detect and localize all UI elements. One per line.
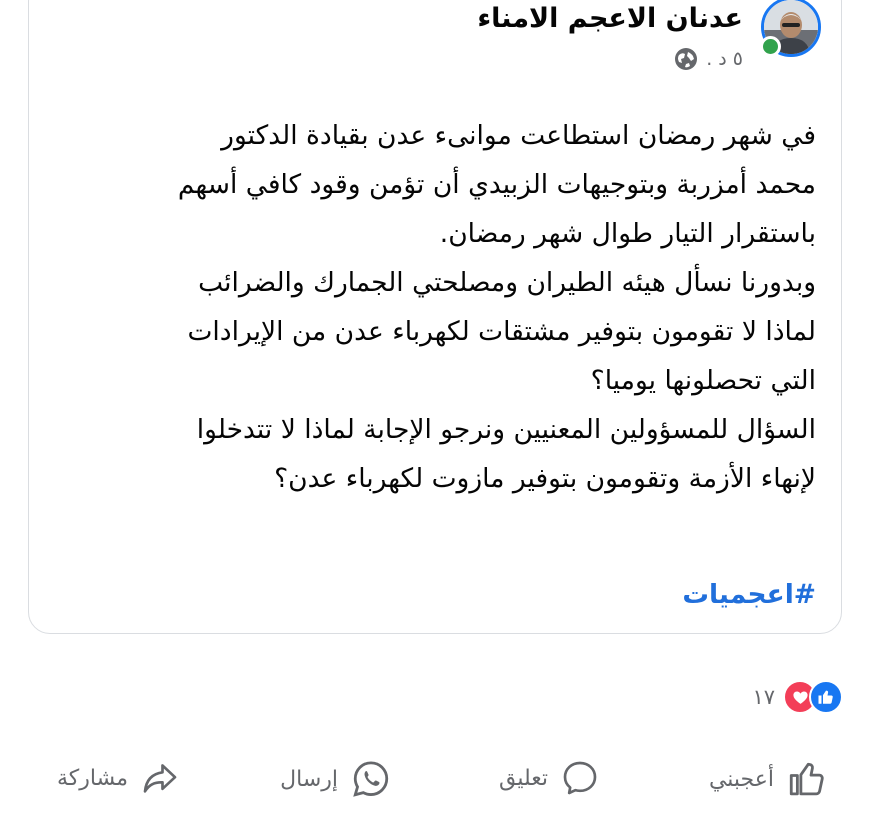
online-status-dot [760, 36, 781, 57]
post-meta: ٥ د . [477, 47, 743, 71]
comment-bubble-icon [563, 761, 597, 795]
reactions-count: ١٧ [752, 685, 775, 709]
share-button-label: مشاركة [56, 765, 128, 791]
globe-icon [675, 48, 698, 70]
thumbs-up-icon [789, 762, 824, 796]
share-arrow-icon [143, 764, 177, 793]
whatsapp-icon [353, 761, 389, 797]
author-info: عدنان الاعجم الامناء ٥ د . [477, 0, 743, 71]
post-body-text: في شهر رمضان استطاعت موانىء عدن بقيادة ا… [177, 120, 816, 494]
post-card: عدنان الاعجم الامناء ٥ د . في شهر رمضان … [28, 0, 842, 634]
like-button-label: أعجبني [708, 766, 774, 792]
author-name[interactable]: عدنان الاعجم الامناء [477, 1, 743, 37]
post-actions-bar: أعجبني تعليق إرسال مشاركة [0, 758, 870, 818]
post-time[interactable]: ٥ د . [706, 48, 743, 70]
share-button[interactable]: مشاركة [57, 758, 180, 798]
comment-button-label: تعليق [498, 765, 548, 791]
reactions-summary[interactable]: ١٧ [752, 680, 843, 714]
like-button[interactable]: أعجبني [709, 758, 828, 800]
comment-button[interactable]: تعليق [499, 758, 600, 798]
hashtag-link[interactable]: #اعجميات [682, 579, 816, 610]
send-button-label: إرسال [280, 766, 338, 792]
like-reaction-icon [809, 680, 843, 714]
post-header: عدنان الاعجم الامناء ٥ د . [477, 0, 821, 71]
author-avatar-wrapper[interactable] [760, 0, 821, 57]
send-button[interactable]: إرسال [280, 758, 392, 800]
